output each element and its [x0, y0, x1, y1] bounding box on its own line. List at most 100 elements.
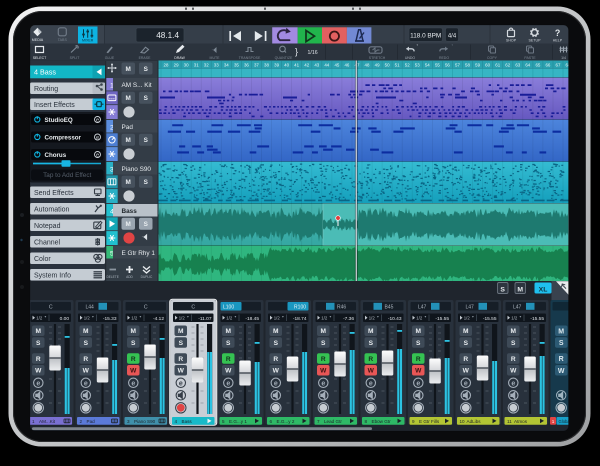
svg-text:W: W [225, 368, 232, 375]
svg-text:M: M [558, 328, 564, 335]
svg-text:41: 41 [294, 63, 299, 68]
svg-text:e: e [96, 135, 99, 141]
svg-text:50: 50 [385, 63, 390, 68]
svg-text:B45: B45 [385, 304, 394, 310]
svg-text:W: W [130, 368, 137, 375]
svg-text:GLUE: GLUE [105, 56, 115, 60]
svg-text:8: 8 [365, 419, 368, 424]
svg-text:43: 43 [314, 63, 319, 68]
svg-text:S: S [500, 286, 505, 293]
svg-text:64: 64 [525, 63, 530, 68]
svg-text:AdLibs: AdLibs [467, 419, 482, 424]
svg-text:S: S [36, 340, 41, 347]
svg-text:Compressor: Compressor [45, 135, 82, 142]
svg-text:S: S [226, 340, 231, 347]
svg-text:SHOP: SHOP [506, 38, 517, 42]
svg-text:R: R [178, 356, 183, 363]
svg-text:1/2: 1/2 [179, 316, 186, 321]
svg-text:9: 9 [412, 419, 415, 424]
svg-text:MEDIA: MEDIA [32, 38, 44, 42]
svg-text:48: 48 [365, 63, 370, 68]
svg-text:37: 37 [254, 63, 259, 68]
svg-text:M: M [320, 328, 326, 335]
svg-text:32: 32 [204, 63, 209, 68]
svg-text:58: 58 [465, 63, 470, 68]
svg-text:?: ? [555, 28, 560, 38]
svg-text:-18.74: -18.74 [293, 316, 307, 322]
svg-text:REDO: REDO [439, 56, 449, 60]
svg-text:E Gtr Fills: E Gtr Fills [419, 419, 440, 424]
svg-text:-15.55: -15.55 [530, 316, 544, 322]
svg-text:SETUP: SETUP [529, 38, 542, 42]
svg-text:M: M [126, 221, 131, 228]
svg-text:31: 31 [194, 63, 199, 68]
svg-text:60: 60 [485, 63, 490, 68]
svg-text:1/16: 1/16 [308, 50, 318, 56]
svg-text:e: e [96, 153, 99, 159]
svg-text:M: M [130, 328, 136, 335]
svg-text:1/2: 1/2 [274, 316, 281, 321]
svg-text:DRAW: DRAW [174, 56, 185, 60]
svg-text:M: M [178, 328, 184, 335]
svg-text:S: S [464, 340, 469, 347]
svg-text:UNDO: UNDO [405, 56, 416, 60]
svg-text:S: S [416, 340, 421, 347]
svg-text:SPLIT: SPLIT [70, 56, 81, 60]
svg-text:30: 30 [184, 63, 189, 68]
svg-text:COPY: COPY [487, 56, 498, 60]
svg-text:M: M [126, 179, 131, 186]
svg-text:-4.12: -4.12 [153, 316, 164, 322]
svg-text:L47: L47 [466, 304, 475, 310]
svg-text:R: R [559, 356, 564, 363]
svg-text:R: R [416, 356, 421, 363]
svg-text:W: W [178, 368, 185, 375]
svg-text:DUPLIC: DUPLIC [141, 275, 153, 279]
svg-text:1/2: 1/2 [131, 316, 138, 321]
svg-text:L44: L44 [86, 304, 95, 310]
svg-text:S: S [321, 340, 326, 347]
svg-text:29: 29 [174, 63, 179, 68]
svg-text:ERASE: ERASE [139, 56, 152, 60]
svg-text:S: S [144, 179, 149, 186]
svg-text:AM...Kit: AM...Kit [39, 419, 56, 424]
svg-text:Routing: Routing [34, 86, 58, 93]
svg-text:S: S [144, 137, 149, 144]
svg-text:W: W [35, 368, 42, 375]
svg-text:1/2: 1/2 [226, 316, 233, 321]
svg-text:28: 28 [164, 63, 169, 68]
svg-text:W: W [510, 368, 517, 375]
svg-text:Bass: Bass [122, 208, 138, 215]
svg-text:R100: R100 [294, 304, 306, 310]
svg-text:-11.07: -11.07 [198, 316, 212, 322]
svg-text:S: S [559, 340, 564, 347]
svg-text:40: 40 [284, 63, 289, 68]
svg-text:M: M [225, 328, 231, 335]
svg-text:QUANTIZE: QUANTIZE [275, 56, 293, 60]
svg-text:2: 2 [80, 419, 83, 424]
svg-text:4/4: 4/4 [448, 33, 457, 39]
svg-text:Pad: Pad [87, 419, 96, 424]
svg-text:Lead Gtr: Lead Gtr [324, 419, 342, 424]
svg-text:66: 66 [545, 63, 550, 68]
svg-text:Pad: Pad [122, 124, 134, 131]
svg-text:S: S [511, 340, 516, 347]
svg-text:11: 11 [507, 419, 512, 424]
svg-text:Tap to Add Effect: Tap to Add Effect [43, 172, 91, 179]
svg-text:0.00: 0.00 [60, 316, 70, 322]
svg-text:°: ° [417, 44, 419, 49]
svg-text:R46: R46 [337, 304, 346, 310]
svg-text:46: 46 [344, 63, 349, 68]
svg-text:34: 34 [224, 63, 229, 68]
svg-text:e: e [36, 380, 40, 387]
svg-text:R: R [463, 356, 468, 363]
svg-text:W: W [415, 368, 422, 375]
svg-text:61: 61 [495, 63, 500, 68]
svg-text:TABS: TABS [58, 38, 68, 42]
svg-text:Ebow Gtr: Ebow Gtr [372, 419, 392, 424]
svg-text:W: W [558, 368, 565, 375]
svg-text:e: e [274, 380, 278, 387]
svg-text:55: 55 [435, 63, 440, 68]
svg-text:-15.55: -15.55 [483, 316, 497, 322]
svg-text:e: e [369, 380, 373, 387]
svg-text:S: S [144, 221, 149, 228]
